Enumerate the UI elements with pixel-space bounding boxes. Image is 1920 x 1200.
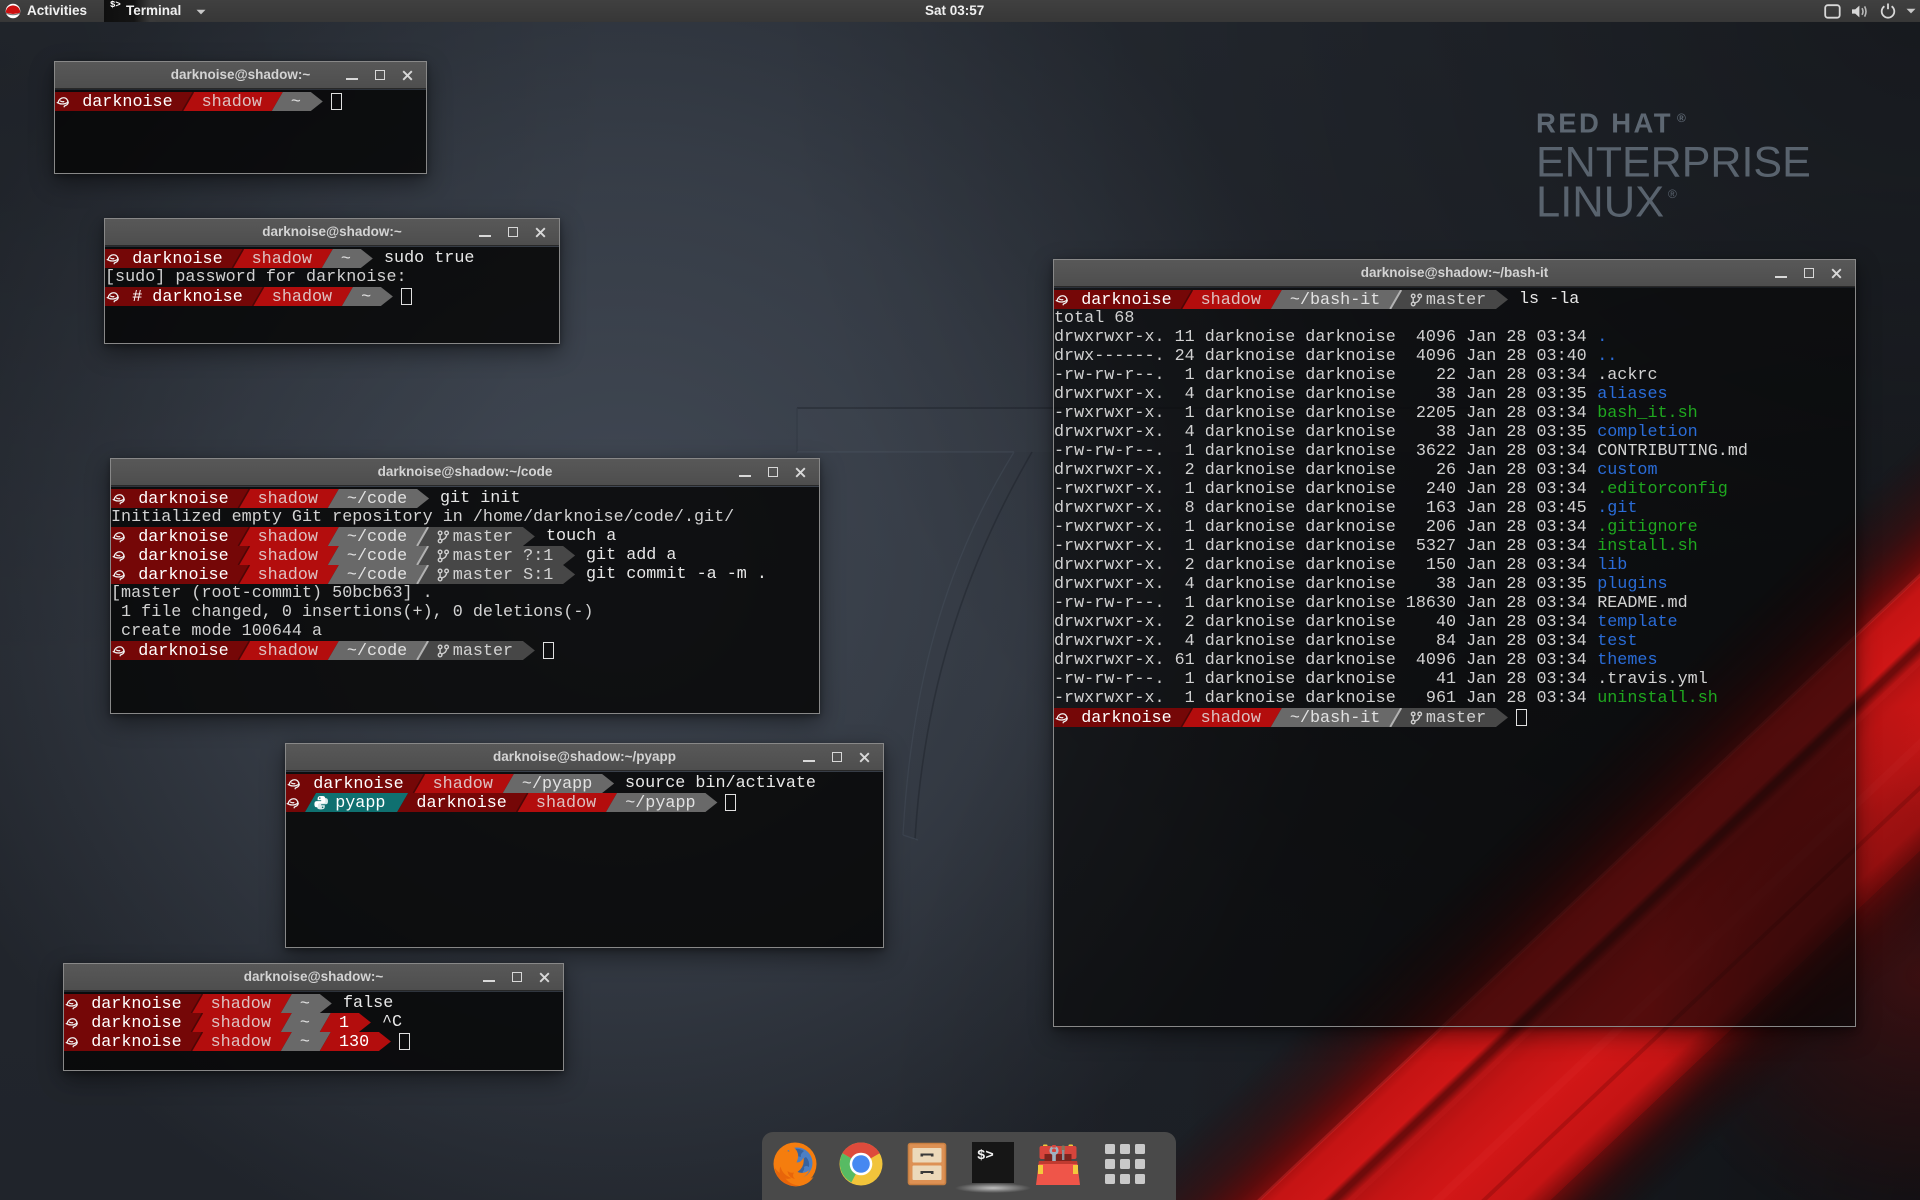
svg-text:darknoise: darknoise: [91, 1033, 181, 1051]
svg-text:~: ~: [300, 1014, 310, 1032]
svg-text:~: ~: [361, 288, 371, 306]
svg-text:~/bash-it: ~/bash-it: [1290, 291, 1380, 309]
svg-text:darknoise: darknoise: [1081, 291, 1171, 309]
svg-text:darknoise: darknoise: [152, 288, 242, 306]
svg-text:darknoise: darknoise: [138, 547, 228, 565]
svg-text:~/code: ~/code: [347, 490, 407, 508]
svg-text:~: ~: [341, 250, 351, 268]
svg-text:RED HAT: RED HAT: [1536, 108, 1673, 139]
svg-text:shadow: shadow: [272, 288, 332, 306]
svg-text:~/pyapp: ~/pyapp: [522, 775, 592, 793]
svg-text:master: master: [453, 642, 513, 660]
svg-text:shadow: shadow: [1201, 709, 1261, 727]
svg-text:darknoise: darknoise: [138, 528, 228, 546]
svg-text:®: ®: [1677, 111, 1686, 125]
svg-text:$>: $>: [977, 1148, 994, 1164]
svg-text:darknoise: darknoise: [138, 566, 228, 584]
svg-text:shadow: shadow: [536, 794, 596, 812]
svg-text:darknoise: darknoise: [138, 642, 228, 660]
svg-text:1: 1: [339, 1014, 349, 1032]
svg-text:shadow: shadow: [202, 93, 262, 111]
svg-text:~: ~: [300, 1033, 310, 1051]
svg-text:shadow: shadow: [252, 250, 312, 268]
svg-text:master: master: [1426, 709, 1486, 727]
svg-text:shadow: shadow: [211, 1033, 271, 1051]
svg-text:~/code: ~/code: [347, 528, 407, 546]
svg-text:~: ~: [300, 995, 310, 1013]
svg-text:shadow: shadow: [258, 642, 318, 660]
svg-text:shadow: shadow: [1201, 291, 1261, 309]
svg-text:darknoise: darknoise: [416, 794, 506, 812]
svg-text:darknoise: darknoise: [91, 995, 181, 1013]
svg-text:darknoise: darknoise: [1081, 709, 1171, 727]
svg-text:shadow: shadow: [258, 566, 318, 584]
svg-text:shadow: shadow: [433, 775, 493, 793]
svg-text:#: #: [132, 288, 142, 306]
svg-text:master: master: [1426, 291, 1486, 309]
svg-text:master ?:1: master ?:1: [453, 547, 554, 565]
svg-text:darknoise: darknoise: [313, 775, 403, 793]
svg-text:LINUX: LINUX: [1536, 179, 1664, 227]
svg-text:master: master: [453, 528, 513, 546]
svg-text:shadow: shadow: [211, 995, 271, 1013]
svg-text:darknoise: darknoise: [132, 250, 222, 268]
svg-text:pyapp: pyapp: [335, 794, 385, 812]
svg-text:~/pyapp: ~/pyapp: [625, 794, 695, 812]
svg-text:~/bash-it: ~/bash-it: [1290, 709, 1380, 727]
svg-text:~/code: ~/code: [347, 642, 407, 660]
svg-text:130: 130: [339, 1033, 369, 1051]
svg-text:shadow: shadow: [258, 547, 318, 565]
svg-text:master S:1: master S:1: [453, 566, 554, 584]
svg-text:~/code: ~/code: [347, 547, 407, 565]
svg-text:shadow: shadow: [258, 490, 318, 508]
svg-text:®: ®: [1668, 187, 1677, 201]
svg-text:~: ~: [291, 93, 301, 111]
svg-text:shadow: shadow: [211, 1014, 271, 1032]
svg-text:darknoise: darknoise: [138, 490, 228, 508]
svg-text:~/code: ~/code: [347, 566, 407, 584]
svg-text:darknoise: darknoise: [91, 1014, 181, 1032]
svg-text:shadow: shadow: [258, 528, 318, 546]
svg-text:darknoise: darknoise: [82, 93, 172, 111]
